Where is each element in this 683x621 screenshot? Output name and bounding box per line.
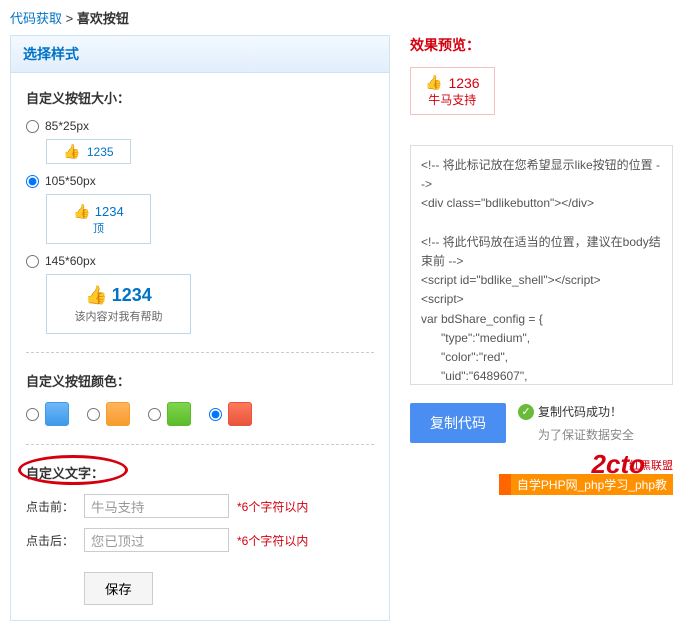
preview-title: 效果预览：: [410, 35, 673, 55]
before-input[interactable]: [84, 494, 229, 518]
breadcrumb: 代码获取 > 喜欢按钮: [0, 0, 683, 35]
like-button-small[interactable]: 👍 1235: [46, 139, 131, 164]
thumb-icon: 👍: [85, 285, 107, 306]
check-icon: ✓: [518, 404, 534, 420]
like-button-medium[interactable]: 👍1234 顶: [46, 194, 151, 244]
save-button[interactable]: 保存: [84, 572, 153, 605]
thumb-icon: 👍: [425, 74, 442, 91]
divider: [26, 352, 374, 353]
radio-large[interactable]: [26, 255, 39, 268]
footer-link[interactable]: 自学PHP网_php学习_php教: [499, 474, 673, 495]
size-title: 自定义按钮大小：: [26, 88, 374, 107]
copy-button[interactable]: 复制代码: [410, 403, 506, 443]
hint: *6个字符以内: [237, 532, 308, 549]
color-option-red[interactable]: [209, 402, 252, 426]
radio-small[interactable]: [26, 120, 39, 133]
cto-sub: 红黑联盟: [629, 457, 673, 473]
panel-title: 选择样式: [11, 36, 389, 73]
radio-medium[interactable]: [26, 175, 39, 188]
style-panel: 选择样式 自定义按钮大小： 85*25px 👍 1235 105*50px: [10, 35, 390, 621]
color-option-orange[interactable]: [87, 402, 130, 426]
color-title: 自定义按钮颜色：: [26, 371, 374, 390]
before-label: 点击前：: [26, 498, 76, 515]
size-option-small[interactable]: 85*25px: [26, 119, 374, 133]
copy-success: ✓复制代码成功！ 为了保证数据安全: [518, 403, 634, 443]
after-input[interactable]: [84, 528, 229, 552]
breadcrumb-current: 喜欢按钮: [77, 11, 129, 26]
hint: *6个字符以内: [237, 498, 308, 515]
color-option-green[interactable]: [148, 402, 191, 426]
after-label: 点击后：: [26, 532, 76, 549]
size-option-large[interactable]: 145*60px: [26, 254, 374, 268]
thumb-icon: 👍: [63, 143, 80, 160]
code-box[interactable]: <!-- 将此标记放在您希望显示like按钮的位置 --> <div class…: [410, 145, 673, 385]
like-button-large[interactable]: 👍1234 该内容对我有帮助: [46, 274, 191, 334]
swatch-red: [228, 402, 252, 426]
swatch-blue: [45, 402, 69, 426]
swatch-green: [167, 402, 191, 426]
preview-like-button[interactable]: 👍1236 牛马支持: [410, 67, 495, 115]
size-option-medium[interactable]: 105*50px: [26, 174, 374, 188]
divider: [26, 444, 374, 445]
color-option-blue[interactable]: [26, 402, 69, 426]
preview-panel: 效果预览： 👍1236 牛马支持 <!-- 将此标记放在您希望显示like按钮的…: [410, 35, 673, 621]
text-title: 自定义文字：: [26, 463, 374, 482]
thumb-icon: 👍: [73, 203, 90, 220]
breadcrumb-link[interactable]: 代码获取: [10, 11, 62, 26]
swatch-orange: [106, 402, 130, 426]
